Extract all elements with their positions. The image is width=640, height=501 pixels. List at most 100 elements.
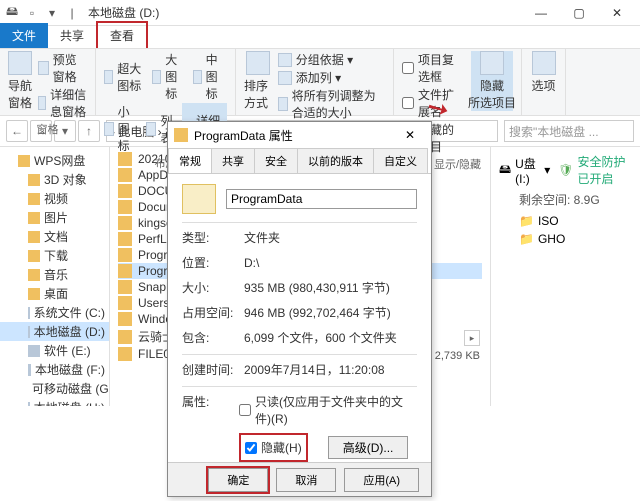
- space-text: 剩余空间: 8.9G: [499, 189, 632, 212]
- folder-icon: [118, 330, 132, 344]
- folder-icon: [28, 269, 40, 281]
- tab-security[interactable]: 安全: [254, 148, 298, 173]
- shield-icon: 🛡: [558, 163, 573, 177]
- tab-view[interactable]: 查看: [96, 21, 148, 48]
- folder-icon: [28, 174, 40, 186]
- drive-icon: [28, 326, 30, 338]
- tree-node[interactable]: 可移动磁盘 (G:): [0, 379, 109, 398]
- dialog-buttons: 确定 取消 应用(A): [168, 462, 431, 496]
- tree-node[interactable]: 音乐: [0, 265, 109, 284]
- ribbon-group-layout: 超大图标 大图标 中图标 小图标 列表 详细信息 布局: [96, 49, 236, 115]
- close-button[interactable]: ✕: [598, 0, 636, 26]
- tree-node[interactable]: 下载: [0, 246, 109, 265]
- tab-file[interactable]: 文件: [0, 23, 48, 48]
- tab-custom[interactable]: 自定义: [373, 148, 428, 173]
- cancel-button[interactable]: 取消: [276, 468, 336, 492]
- folder-icon: [118, 248, 132, 262]
- ribbon-group-showhide: 项目复选框 文件扩展名 隐藏的项目 隐藏 所选项目 显示/隐藏: [394, 49, 522, 115]
- nav-tree[interactable]: WPS网盘3D 对象视频图片文档下载音乐桌面系统文件 (C:)本地磁盘 (D:)…: [0, 147, 110, 406]
- tree-node[interactable]: WPS网盘: [0, 151, 109, 170]
- tree-node[interactable]: 图片: [0, 208, 109, 227]
- dialog-tabs: 常规 共享 安全 以前的版本 自定义: [168, 148, 431, 174]
- ok-button[interactable]: 确定: [208, 468, 268, 492]
- ribbon-tabs: 文件 共享 查看: [0, 26, 640, 48]
- drive-icon: [28, 345, 40, 357]
- folder-iso[interactable]: 📁ISO: [499, 212, 632, 230]
- search-input[interactable]: 搜索"本地磁盘 ...: [504, 120, 634, 142]
- tree-node[interactable]: 视频: [0, 189, 109, 208]
- tab-general[interactable]: 常规: [168, 148, 212, 173]
- qat-dropdown[interactable]: ▾: [44, 5, 60, 21]
- scroll-right-button[interactable]: ▸: [464, 330, 480, 346]
- ribbon-group-options: 选项: [522, 49, 566, 115]
- options-button[interactable]: 选项: [530, 51, 557, 94]
- advanced-button[interactable]: 高级(D)...: [328, 436, 409, 459]
- tree-node[interactable]: 本地磁盘 (F:): [0, 360, 109, 379]
- layout-md[interactable]: 中图标: [193, 51, 227, 102]
- addcol-button[interactable]: 添加列 ▾: [278, 69, 385, 86]
- folder-icon: [118, 296, 132, 310]
- big-folder-icon: [182, 184, 216, 214]
- chk-extensions[interactable]: 文件扩展名: [402, 86, 465, 120]
- tab-share[interactable]: 共享: [48, 23, 96, 48]
- groupby-button[interactable]: 分组依据 ▾: [278, 51, 385, 68]
- tree-node[interactable]: 本地磁盘 (D:): [0, 322, 109, 341]
- tree-node[interactable]: 桌面: [0, 284, 109, 303]
- chk-checkboxes[interactable]: 项目复选框: [402, 51, 465, 85]
- layout-lg[interactable]: 大图标: [152, 51, 186, 102]
- ribbon-group-pane: 导航窗格 预览窗格 详细信息窗格 窗格: [0, 49, 96, 115]
- layout-sm[interactable]: 小图标: [104, 103, 140, 154]
- sort-button[interactable]: 排序方式: [244, 51, 272, 111]
- tree-node[interactable]: 文档: [0, 227, 109, 246]
- detail-pane-button[interactable]: 详细信息窗格: [38, 86, 87, 120]
- hide-selected-button[interactable]: 隐藏 所选项目: [471, 51, 513, 111]
- name-field[interactable]: [226, 189, 417, 209]
- tree-node[interactable]: 系统文件 (C:): [0, 303, 109, 322]
- folder-icon: [118, 312, 132, 326]
- folder-icon: 📁: [519, 232, 534, 246]
- size-text: 2,739 KB: [435, 350, 480, 362]
- ribbon-group-current: 排序方式 分组依据 ▾ 添加列 ▾ 将所有列调整为合适的大小 当前视图: [236, 49, 394, 115]
- folder-icon: [28, 288, 40, 300]
- drive-header[interactable]: 🖴 U盘 (I:) ▾ 🛡 安全防护已开启: [499, 151, 632, 189]
- tab-share[interactable]: 共享: [211, 148, 255, 173]
- dialog-close-button[interactable]: ✕: [395, 128, 425, 142]
- folder-icon: [118, 216, 132, 230]
- hidden-attr-highlight: 隐藏(H): [239, 433, 308, 462]
- preview-pane-button[interactable]: 预览窗格: [38, 51, 87, 85]
- apply-button[interactable]: 应用(A): [344, 468, 419, 492]
- folder-icon: [28, 231, 40, 243]
- tree-node[interactable]: 软件 (E:): [0, 341, 109, 360]
- hidden-checkbox[interactable]: 隐藏(H): [245, 439, 302, 456]
- cloud-icon: [18, 155, 30, 167]
- drive-icon: [28, 307, 30, 319]
- qat: 🖴 ▫ ▾ |: [4, 5, 80, 21]
- nav-pane-button[interactable]: 导航窗格: [8, 51, 32, 111]
- layout-xl[interactable]: 超大图标: [104, 51, 146, 102]
- dialog-body: 类型:文件夹 位置:D:\ 大小:935 MB (980,430,911 字节)…: [168, 174, 431, 462]
- folder-icon: [174, 128, 188, 142]
- ribbon: 导航窗格 预览窗格 详细信息窗格 窗格 超大图标 大图标 中图标 小图标 列表 …: [0, 48, 640, 116]
- dialog-titlebar: ProgramData 属性 ✕: [168, 122, 431, 148]
- divider: |: [64, 5, 80, 21]
- tree-node[interactable]: 3D 对象: [0, 170, 109, 189]
- tree-node[interactable]: 本地磁盘 (H:): [0, 398, 109, 406]
- minimize-button[interactable]: ―: [522, 0, 560, 26]
- maximize-button[interactable]: ▢: [560, 0, 598, 26]
- folder-icon: [28, 250, 40, 262]
- readonly-checkbox[interactable]: 只读(仅应用于文件夹中的文件)(R): [239, 393, 417, 427]
- drive-icon: [28, 364, 31, 376]
- folder-icon: [28, 212, 40, 224]
- folder-icon: [118, 200, 132, 214]
- folder-gho[interactable]: 📁GHO: [499, 230, 632, 248]
- folder-icon: [118, 347, 132, 361]
- group-label-pane: 窗格: [8, 120, 87, 137]
- folder-icon: 📁: [519, 214, 534, 228]
- drive-icon: 🖴: [4, 5, 20, 21]
- folder-icon: [118, 264, 132, 278]
- tab-prev[interactable]: 以前的版本: [297, 148, 374, 173]
- dialog-title: ProgramData 属性: [194, 127, 293, 144]
- window-title: 本地磁盘 (D:): [88, 4, 159, 21]
- right-pane: 🖴 U盘 (I:) ▾ 🛡 安全防护已开启 剩余空间: 8.9G 📁ISO 📁G…: [490, 147, 640, 406]
- autosize-button[interactable]: 将所有列调整为合适的大小: [278, 87, 385, 121]
